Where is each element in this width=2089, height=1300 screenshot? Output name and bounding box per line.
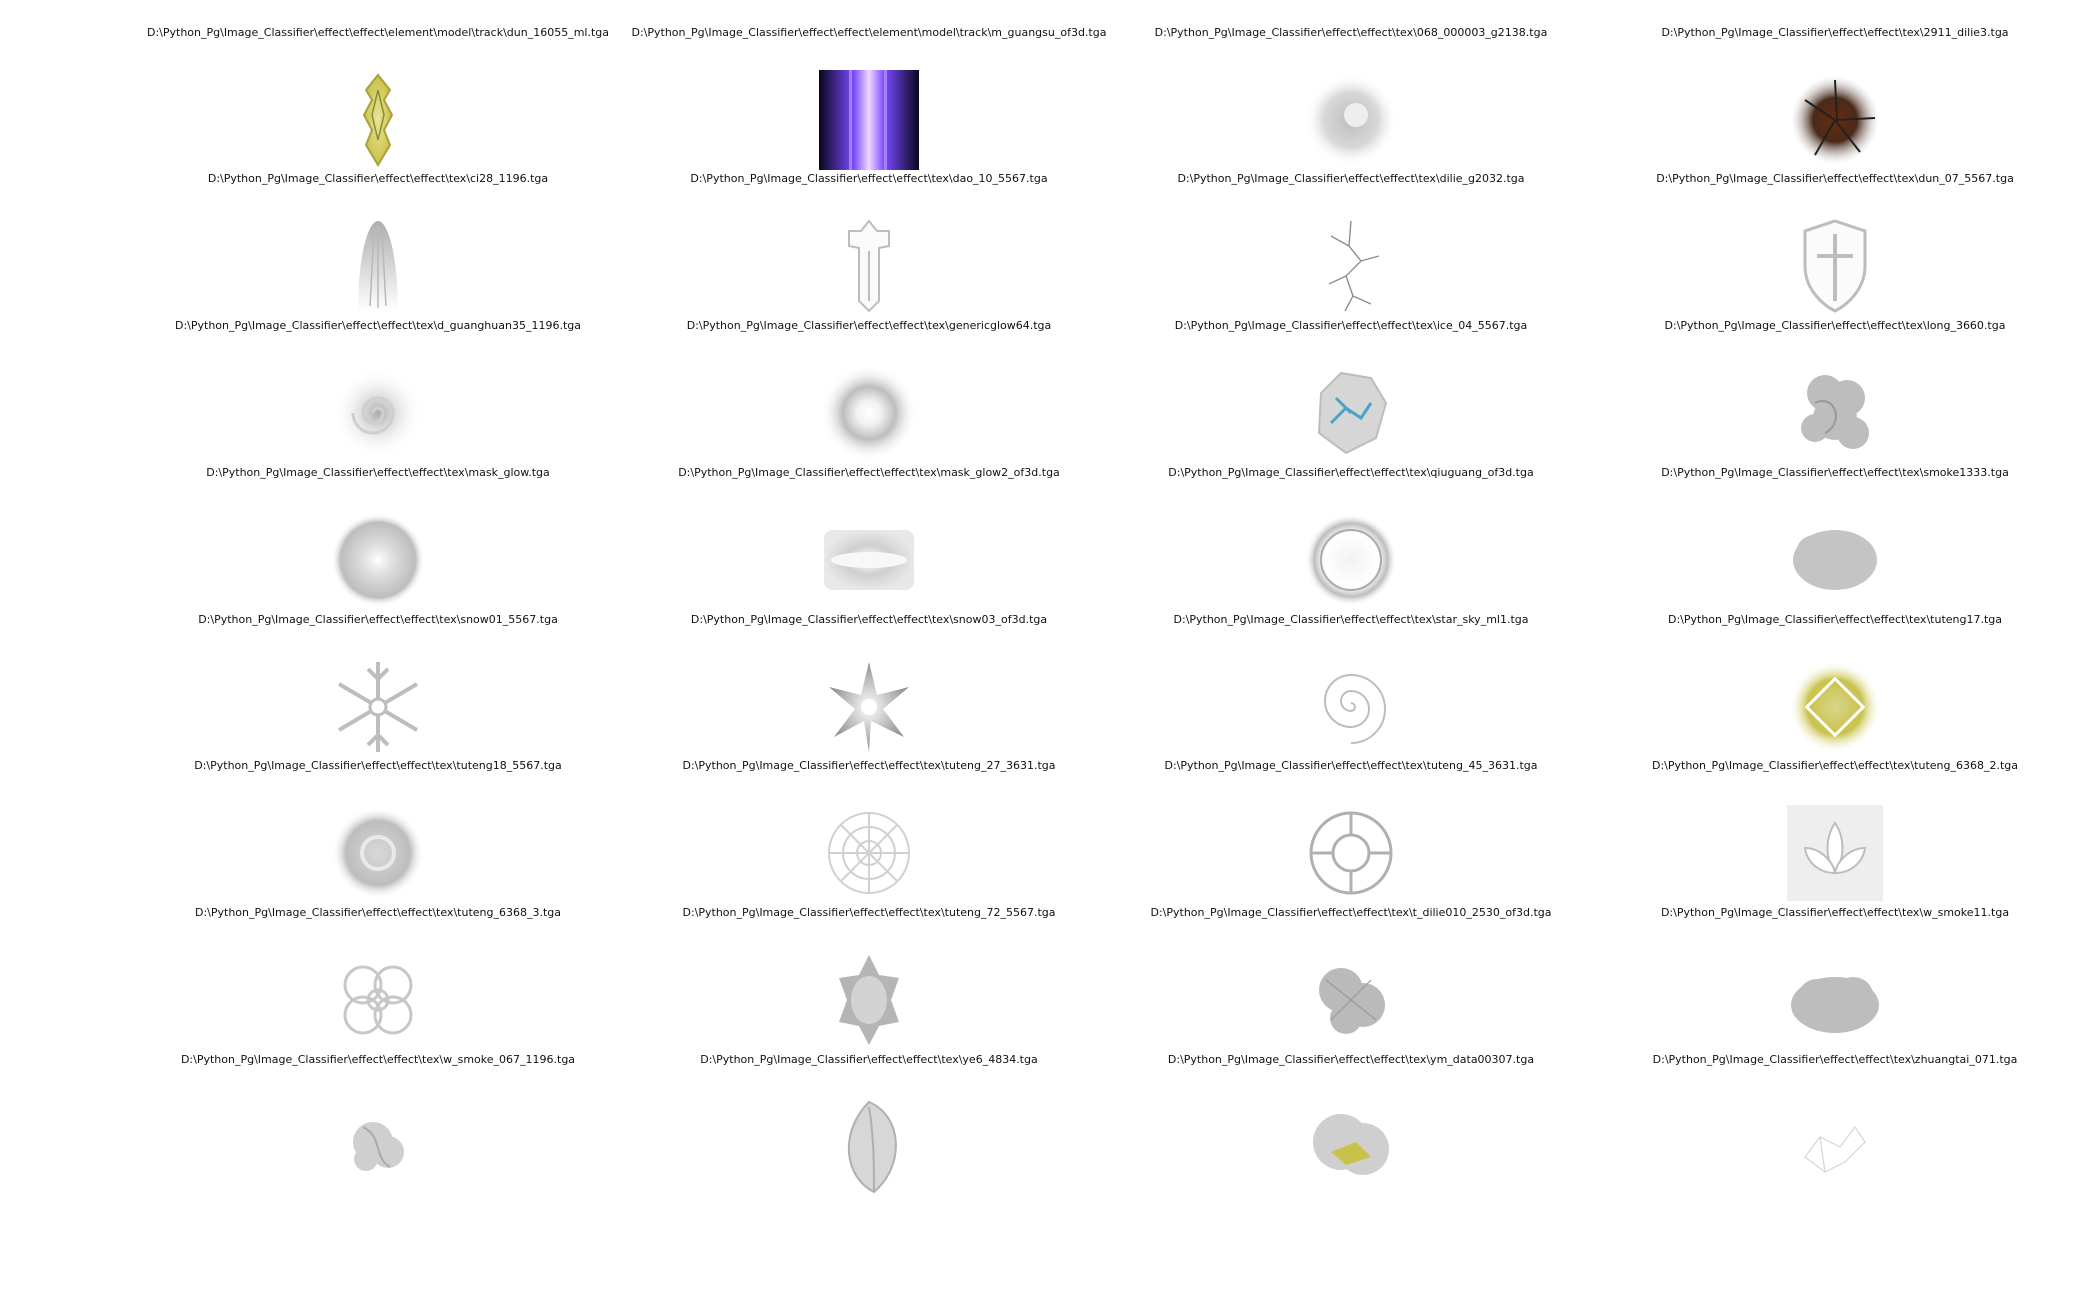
texture-tile[interactable]: D:\Python_Pg\Image_Classifier\effect\eff… [118,293,638,458]
texture-tile[interactable]: D:\Python_Pg\Image_Classifier\effect\eff… [118,146,638,311]
texture-path-label: D:\Python_Pg\Image_Classifier\effect\eff… [194,906,561,919]
texture-path-label: D:\Python_Pg\Image_Classifier\effect\eff… [678,466,1060,479]
texture-path-label: D:\Python_Pg\Image_Classifier\effect\eff… [206,466,550,479]
texture-path-label: D:\Python_Pg\Image_Classifier\effect\eff… [175,319,581,332]
texture-path-label: D:\Python_Pg\Image_Classifier\effect\eff… [180,1053,576,1066]
texture-tile[interactable]: D:\Python_Pg\Image_Classifier\effect\eff… [609,1027,1129,1194]
texture-path-label: D:\Python_Pg\Image_Classifier\effect\eff… [1661,466,2009,479]
texture-tile[interactable]: D:\Python_Pg\Image_Classifier\effect\eff… [1091,1027,1611,1175]
wispy-smoke-icon [328,1097,428,1197]
texture-path-label: D:\Python_Pg\Image_Classifier\effect\eff… [1150,906,1552,919]
texture-path-label: D:\Python_Pg\Image_Classifier\effect\eff… [1154,26,1548,39]
texture-tile[interactable]: D:\Python_Pg\Image_Classifier\effect\eff… [1091,146,1611,312]
texture-path-label: D:\Python_Pg\Image_Classifier\effect\eff… [631,26,1107,39]
texture-tile[interactable]: D:\Python_Pg\Image_Classifier\effect\eff… [1091,293,1611,455]
texture-tile[interactable]: D:\Python_Pg\Image_Classifier\effect\eff… [118,0,638,167]
texture-path-label: D:\Python_Pg\Image_Classifier\effect\eff… [682,759,1056,772]
texture-tile[interactable]: D:\Python_Pg\Image_Classifier\effect\eff… [1575,880,2089,1033]
texture-tile[interactable]: D:\Python_Pg\Image_Classifier\effect\eff… [1091,880,1611,1034]
texture-tile[interactable]: D:\Python_Pg\Image_Classifier\effect\eff… [118,880,638,1035]
yellow-smoke-icon [1301,1097,1401,1197]
texture-path-label: D:\Python_Pg\Image_Classifier\effect\eff… [1667,613,2003,626]
texture-tile[interactable]: D:\Python_Pg\Image_Classifier\effect\eff… [609,0,1129,170]
texture-path-label: D:\Python_Pg\Image_Classifier\effect\eff… [1167,1053,1535,1066]
texture-path-label: D:\Python_Pg\Image_Classifier\effect\eff… [146,26,609,39]
texture-tile[interactable]: D:\Python_Pg\Image_Classifier\effect\eff… [1575,293,2089,449]
texture-tile[interactable]: D:\Python_Pg\Image_Classifier\effect\eff… [609,880,1129,1045]
texture-tile[interactable]: D:\Python_Pg\Image_Classifier\effect\eff… [609,440,1129,590]
texture-path-label: D:\Python_Pg\Image_Classifier\effect\eff… [1168,466,1534,479]
texture-tile[interactable]: D:\Python_Pg\Image_Classifier\effect\eff… [609,146,1129,313]
texture-tile[interactable]: D:\Python_Pg\Image_Classifier\effect\eff… [1575,146,2089,313]
texture-tile[interactable]: D:\Python_Pg\Image_Classifier\effect\eff… [609,293,1129,461]
texture-path-label: D:\Python_Pg\Image_Classifier\effect\eff… [1656,172,2014,185]
texture-path-label: D:\Python_Pg\Image_Classifier\effect\eff… [207,172,549,185]
texture-tile[interactable]: D:\Python_Pg\Image_Classifier\effect\eff… [118,733,638,899]
texture-tile[interactable]: D:\Python_Pg\Image_Classifier\effect\eff… [1575,1027,2089,1173]
texture-path-label: D:\Python_Pg\Image_Classifier\effect\eff… [1173,613,1529,626]
texture-tile[interactable]: D:\Python_Pg\Image_Classifier\effect\eff… [1575,733,2089,901]
texture-path-label: D:\Python_Pg\Image_Classifier\effect\eff… [700,1053,1038,1066]
texture-tile[interactable]: D:\Python_Pg\Image_Classifier\effect\eff… [1091,0,1611,166]
leaf-icon [819,1097,919,1197]
texture-path-label: D:\Python_Pg\Image_Classifier\effect\eff… [1164,759,1538,772]
texture-path-label: D:\Python_Pg\Image_Classifier\effect\eff… [194,759,562,772]
texture-tile[interactable]: D:\Python_Pg\Image_Classifier\effect\eff… [118,1027,638,1173]
texture-tile[interactable]: D:\Python_Pg\Image_Classifier\effect\eff… [118,440,638,607]
thin-line-sketch-icon [1785,1097,1885,1197]
texture-path-label: D:\Python_Pg\Image_Classifier\effect\eff… [1652,1053,2018,1066]
texture-path-label: D:\Python_Pg\Image_Classifier\effect\eff… [1174,319,1528,332]
texture-tile[interactable]: D:\Python_Pg\Image_Classifier\effect\eff… [1091,587,1611,744]
texture-tile[interactable]: D:\Python_Pg\Image_Classifier\effect\eff… [1575,587,2089,753]
texture-tile[interactable]: D:\Python_Pg\Image_Classifier\effect\eff… [1575,440,2089,590]
texture-tile[interactable]: D:\Python_Pg\Image_Classifier\effect\eff… [1091,440,1611,606]
texture-tile[interactable]: D:\Python_Pg\Image_Classifier\effect\eff… [609,587,1129,752]
texture-tile[interactable]: D:\Python_Pg\Image_Classifier\effect\eff… [1575,0,2089,164]
texture-path-label: D:\Python_Pg\Image_Classifier\effect\eff… [682,906,1056,919]
texture-tile[interactable]: D:\Python_Pg\Image_Classifier\effect\eff… [609,733,1129,894]
texture-path-label: D:\Python_Pg\Image_Classifier\effect\eff… [1177,172,1525,185]
texture-path-label: D:\Python_Pg\Image_Classifier\effect\eff… [1661,26,2009,39]
texture-preview-grid: D:\Python_Pg\Image_Classifier\effect\eff… [0,0,2089,1300]
texture-path-label: D:\Python_Pg\Image_Classifier\effect\eff… [690,172,1048,185]
texture-tile[interactable]: D:\Python_Pg\Image_Classifier\effect\eff… [1091,733,1611,895]
texture-path-label: D:\Python_Pg\Image_Classifier\effect\eff… [1660,906,2010,919]
texture-path-label: D:\Python_Pg\Image_Classifier\effect\eff… [198,613,558,626]
texture-tile[interactable]: D:\Python_Pg\Image_Classifier\effect\eff… [118,587,638,752]
texture-path-label: D:\Python_Pg\Image_Classifier\effect\eff… [1664,319,2006,332]
texture-path-label: D:\Python_Pg\Image_Classifier\effect\eff… [1651,759,2018,772]
texture-path-label: D:\Python_Pg\Image_Classifier\effect\eff… [686,319,1052,332]
texture-path-label: D:\Python_Pg\Image_Classifier\effect\eff… [690,613,1048,626]
